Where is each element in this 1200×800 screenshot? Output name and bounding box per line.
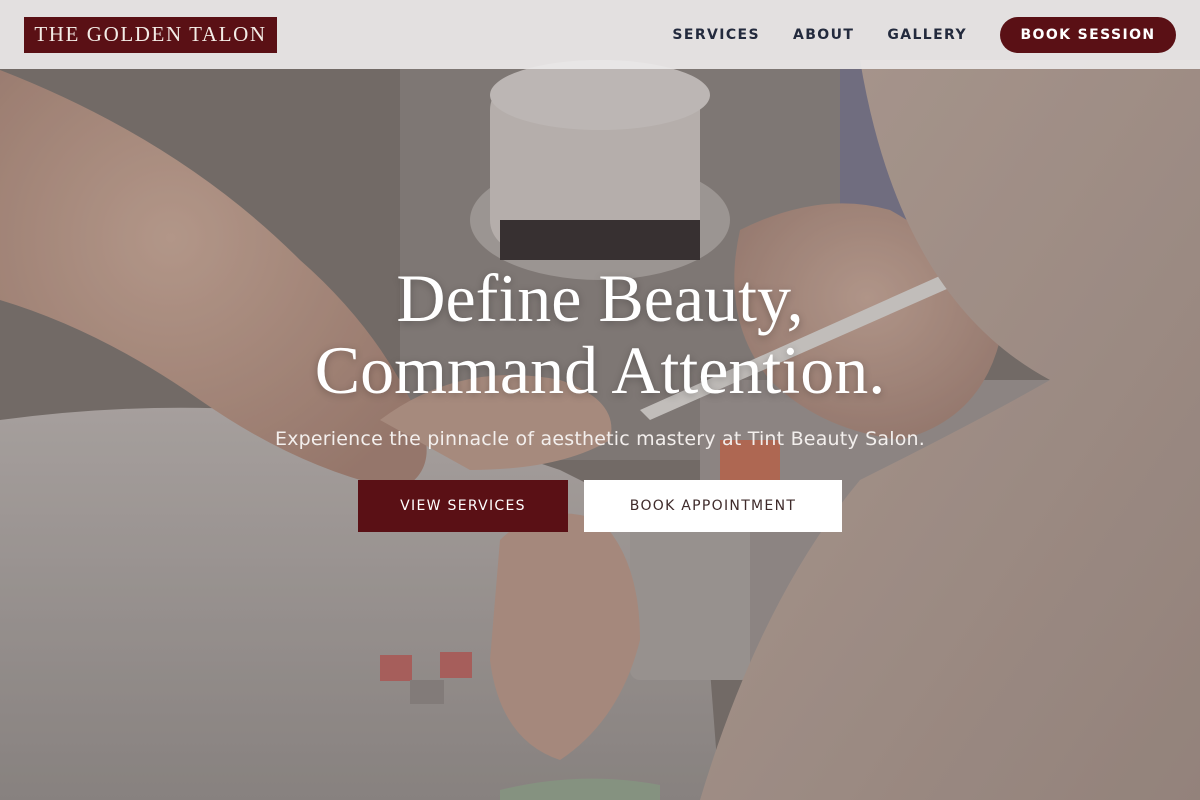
hero-title-line-1: Define Beauty, [396,260,804,336]
nav-link-about[interactable]: ABOUT [793,27,854,43]
logo[interactable]: THE GOLDEN TALON [24,16,277,53]
cta-row: VIEW SERVICES BOOK APPOINTMENT [0,480,1200,532]
hero-subtitle: Experience the pinnacle of aesthetic mas… [275,428,925,450]
nav-link-gallery[interactable]: GALLERY [887,27,967,43]
logo-text: THE GOLDEN TALON [34,22,267,46]
main-nav: SERVICES ABOUT GALLERY BOOK SESSION [672,16,1176,53]
book-appointment-button[interactable]: BOOK APPOINTMENT [584,480,842,532]
view-services-button[interactable]: VIEW SERVICES [358,480,568,532]
site-header: THE GOLDEN TALON SERVICES ABOUT GALLERY … [0,0,1200,69]
hero-content: Define Beauty, Command Attention. Experi… [0,262,1200,532]
hero-title: Define Beauty, Command Attention. [0,262,1200,406]
nav-link-services[interactable]: SERVICES [672,27,760,43]
book-session-button[interactable]: BOOK SESSION [1000,16,1176,53]
hero-title-line-2: Command Attention. [314,332,886,408]
